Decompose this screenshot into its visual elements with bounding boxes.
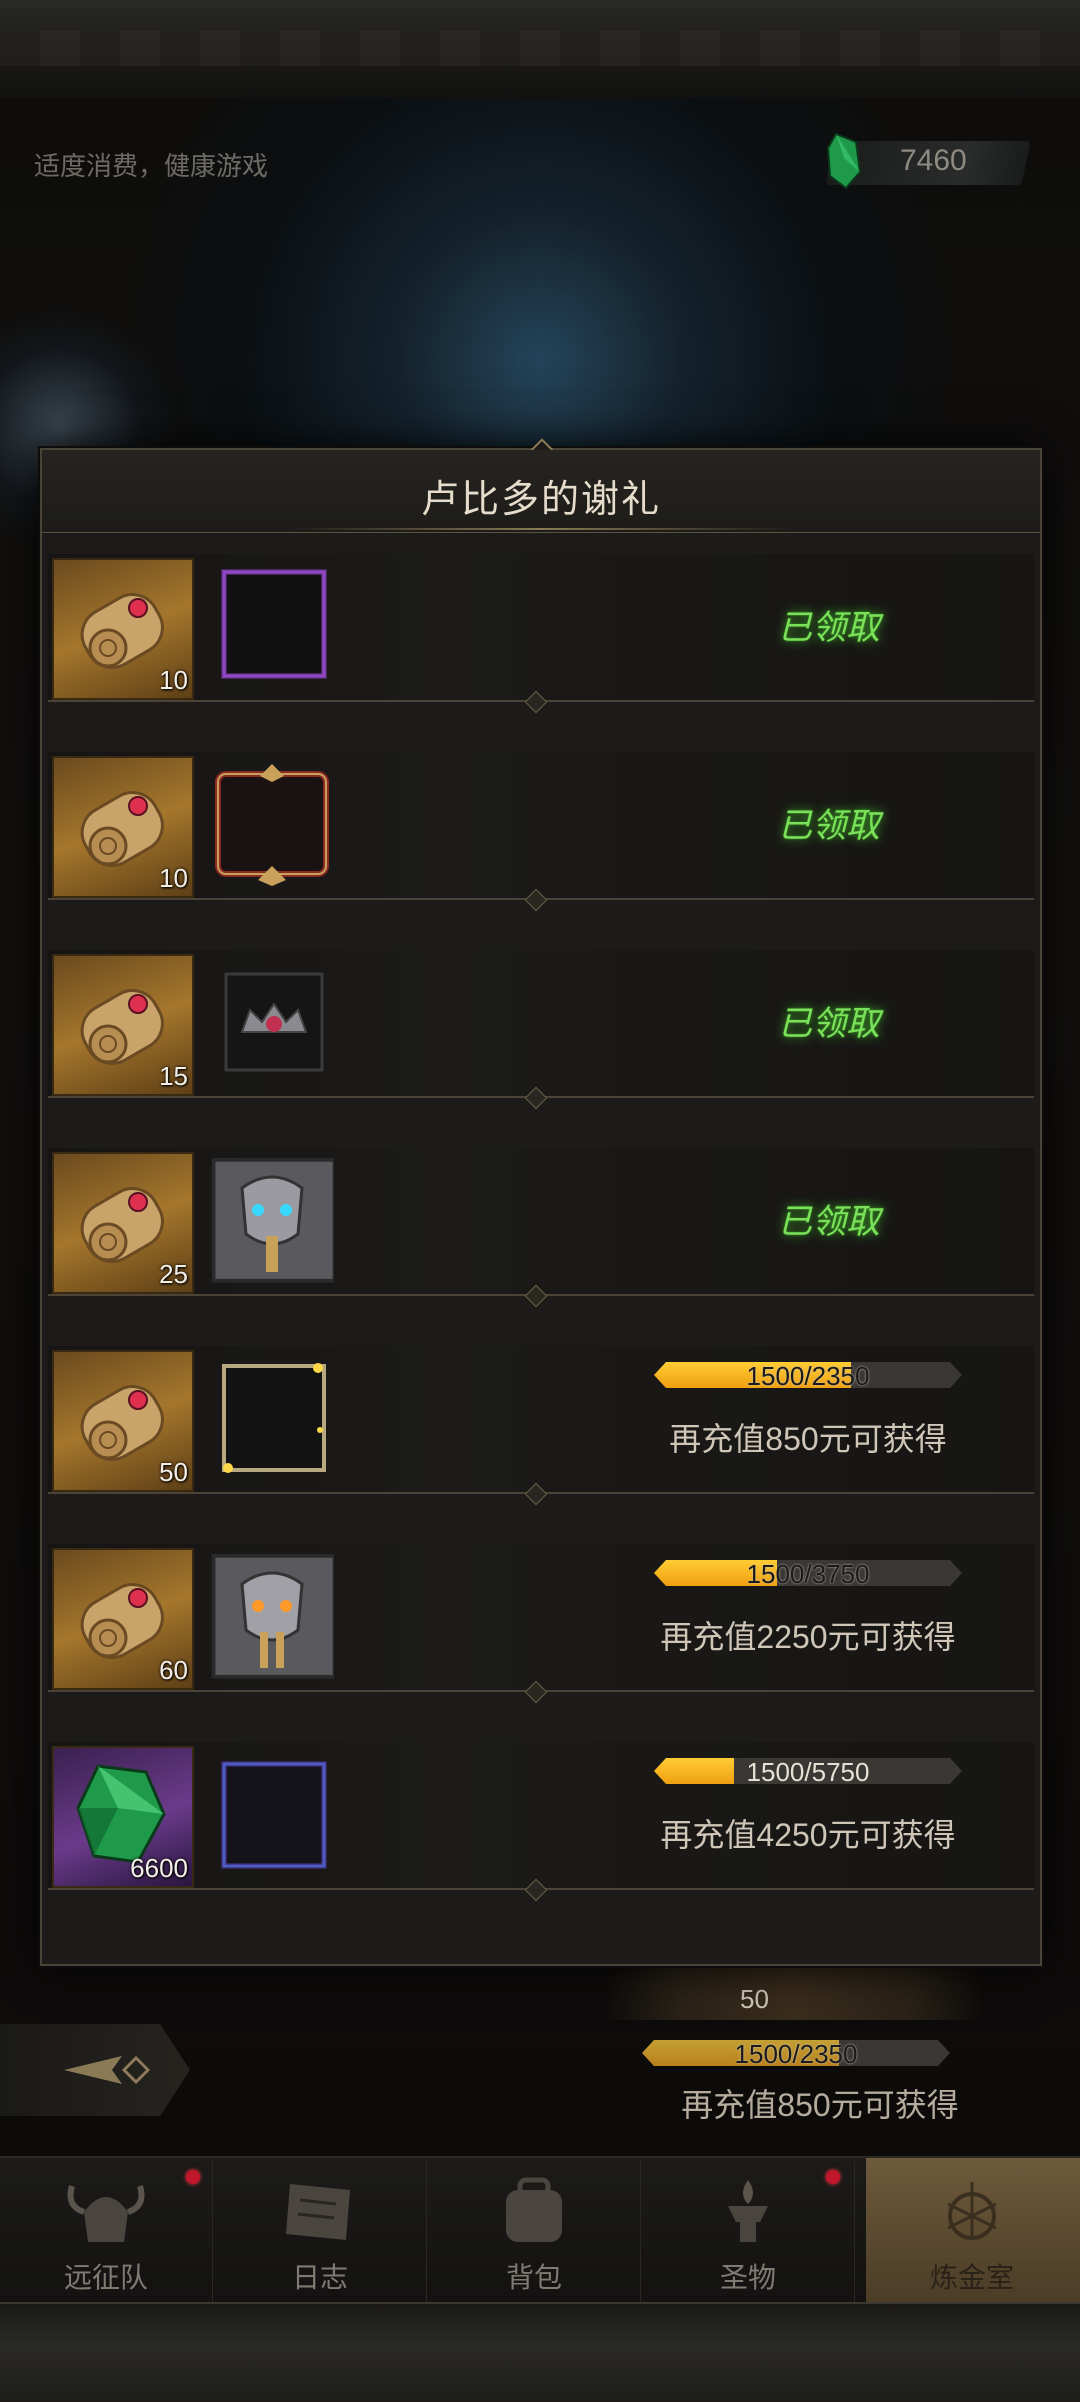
behind-progress-text: 1500/2350 (734, 2039, 858, 2069)
reward-item[interactable]: 50 (52, 1350, 194, 1492)
progress-bar: 1500/3750 (654, 1559, 962, 1589)
progress-bar: 1500/2350 (654, 1361, 962, 1391)
nav-item-expedition[interactable]: 远征队 (0, 2158, 213, 2304)
progress-bar: 1500/5750 (654, 1757, 962, 1787)
reward-count: 25 (159, 1259, 188, 1289)
crown-emblem-icon[interactable] (208, 960, 334, 1086)
reward-count: 6600 (130, 1853, 188, 1883)
reward-item[interactable]: 25 (52, 1152, 194, 1294)
recharge-text: 再充值4250元可获得 (660, 1817, 956, 1853)
behind-reward-count: 50 (740, 1984, 769, 2014)
ornate-red-frame-icon[interactable] (208, 762, 334, 888)
reward-count: 10 (159, 863, 188, 893)
nav-label: 炼金室 (929, 2262, 1014, 2293)
reward-row: 15 已领取 (48, 950, 1034, 1098)
blue-frame-icon[interactable] (208, 1752, 334, 1878)
knight-helmet-one-icon[interactable] (208, 1158, 334, 1284)
progress-text: 1500/5750 (746, 1757, 870, 1787)
nav-label: 远征队 (63, 2262, 148, 2293)
nav-item-relic[interactable]: 圣物 (642, 2158, 855, 2304)
alchemy-icon (947, 2182, 997, 2240)
arrow-left-icon (64, 2055, 151, 2085)
nav-label: 圣物 (719, 2262, 776, 2293)
bottom-ornament-bar (0, 2302, 1080, 2402)
reward-row: 10 已领取 (48, 554, 1034, 702)
claimed-label: 已领取 (778, 807, 880, 845)
reward-item[interactable]: 15 (52, 954, 194, 1096)
reward-row: 50 1500/2350 再充值850元可获得 (48, 1346, 1034, 1494)
reward-item[interactable]: 10 (52, 558, 194, 700)
reward-count: 50 (159, 1457, 188, 1487)
top-ornament-bar (0, 0, 1080, 100)
progress-text: 1500/2350 (746, 1361, 870, 1391)
gem-count: 7460 (900, 144, 967, 177)
reward-plate (604, 1962, 984, 2020)
purple-frame-icon[interactable] (208, 564, 334, 690)
reward-count: 15 (159, 1061, 188, 1091)
reward-row: 60 1500/3750 再充值2250元可获得 (48, 1544, 1034, 1692)
reward-row: 10 已领取 (48, 752, 1034, 900)
relic-icon (728, 2180, 768, 2242)
health-tip: 适度消费，健康游戏 (34, 151, 269, 181)
recharge-text: 再充值2250元可获得 (660, 1619, 956, 1655)
behind-recharge-text: 再充值850元可获得 (681, 2087, 959, 2123)
reward-item[interactable]: 6600 (52, 1746, 194, 1888)
emerald-gem-icon (826, 132, 862, 190)
knight-helmet-two-icon[interactable] (208, 1554, 334, 1680)
reward-item[interactable]: 10 (52, 756, 194, 898)
backpack-icon (506, 2177, 562, 2242)
nav-item-journal[interactable]: 日志 (214, 2158, 427, 2304)
notification-dot (826, 2170, 840, 2184)
behind-progress-bar: 1500/2350 (642, 2039, 950, 2069)
reward-item[interactable]: 60 (52, 1548, 194, 1690)
reward-row: 6600 1500/5750 再充值4250元可获得 (48, 1742, 1034, 1890)
progress-text: 1500/3750 (746, 1559, 870, 1589)
reward-row: 25 已领取 (48, 1148, 1034, 1296)
nav-item-backpack[interactable]: 背包 (428, 2158, 641, 2304)
modal-header: 卢比多的谢礼 (42, 450, 1040, 533)
reward-count: 60 (159, 1655, 188, 1685)
nav-item-alchemy[interactable]: 炼金室 (866, 2158, 1080, 2304)
nav-label: 背包 (505, 2262, 562, 2293)
journal-icon (286, 2184, 350, 2240)
viking-helmet-icon (67, 2185, 145, 2242)
recharge-text: 再充值850元可获得 (669, 1421, 947, 1457)
back-arrow-button[interactable] (0, 2024, 190, 2116)
notification-dot (186, 2170, 200, 2184)
reward-count: 10 (159, 665, 188, 695)
claimed-label: 已领取 (778, 1005, 880, 1043)
modal-title: 卢比多的谢礼 (420, 479, 661, 521)
bottom-nav: 远征队 日志 背包 圣物 炼金室 (0, 2156, 1080, 2304)
reward-modal: 卢比多的谢礼 10 已领取 10 已领取 15 已领取 25 已领取 50 15… (40, 438, 1042, 1966)
claimed-label: 已领取 (778, 609, 880, 647)
gold-frame-icon[interactable] (208, 1356, 334, 1482)
claimed-label: 已领取 (778, 1203, 880, 1241)
nav-label: 日志 (291, 2262, 348, 2293)
